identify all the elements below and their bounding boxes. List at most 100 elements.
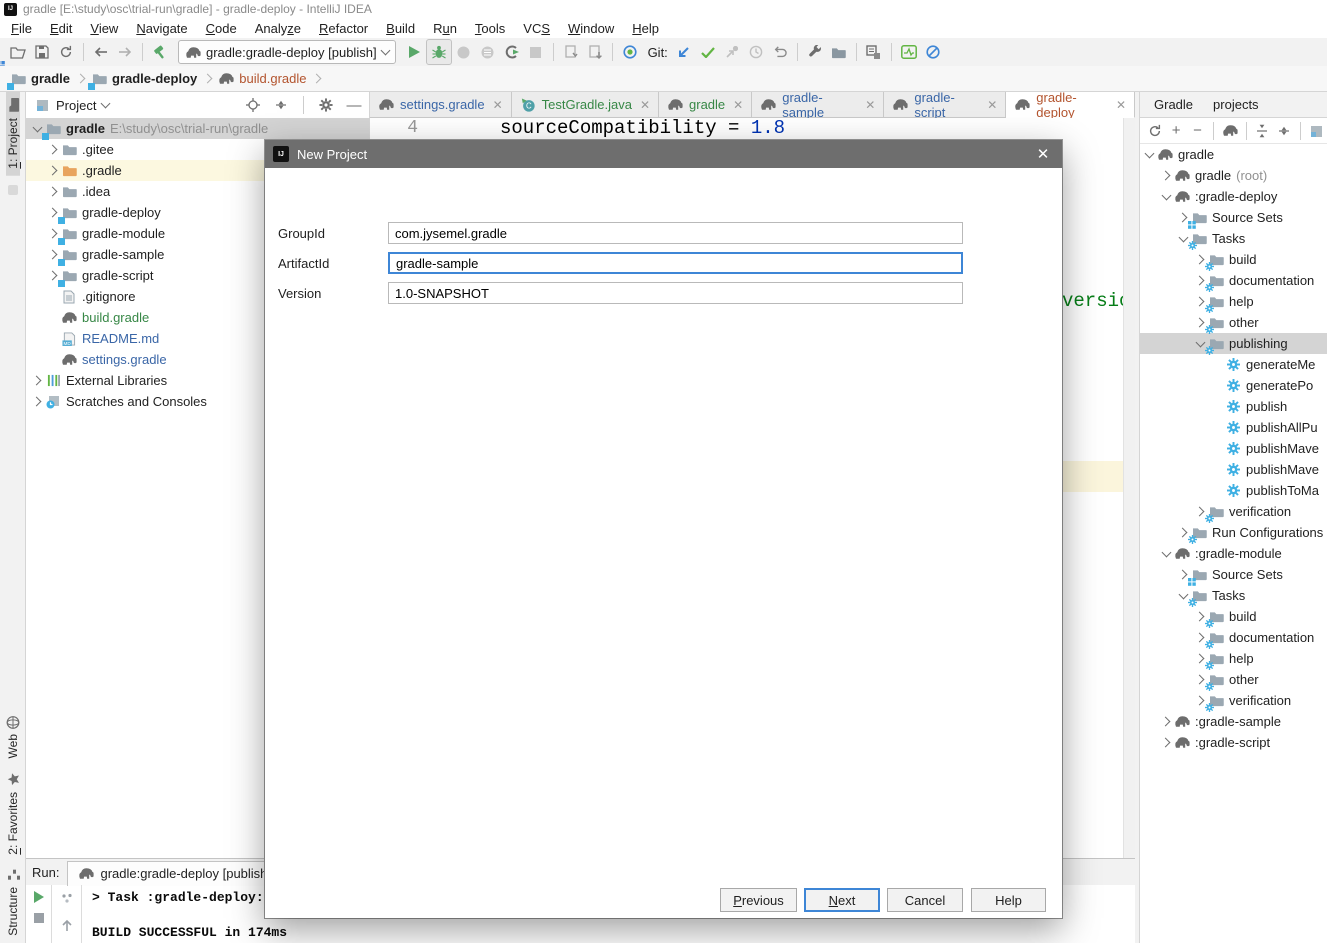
menu-code[interactable]: Code bbox=[197, 18, 246, 38]
tree-item-source-sets[interactable]: Source Sets bbox=[1140, 564, 1327, 586]
up-arrow-icon[interactable] bbox=[59, 917, 75, 933]
tree-item-publishmave[interactable]: publishMave bbox=[1140, 438, 1327, 459]
tree-item-generatepo[interactable]: generatePo bbox=[1140, 375, 1327, 396]
git-update-button[interactable] bbox=[672, 40, 696, 64]
back-button[interactable] bbox=[89, 40, 113, 64]
chevron-right-icon[interactable] bbox=[30, 370, 45, 391]
tree-item-run-configurations[interactable]: Run Configurations bbox=[1140, 522, 1327, 544]
breadcrumb-item[interactable]: gradle bbox=[7, 71, 70, 90]
tree-item-gradle[interactable]: gradle bbox=[1140, 144, 1327, 165]
chevron-right-icon[interactable] bbox=[46, 139, 61, 160]
tree-item-verification[interactable]: verification bbox=[1140, 501, 1327, 523]
editor-tab-gradle[interactable]: gradle ✕ bbox=[659, 92, 753, 117]
tree-item-tasks[interactable]: Tasks bbox=[1140, 585, 1327, 607]
menu-window[interactable]: Window bbox=[559, 18, 623, 38]
chevron-right-icon[interactable] bbox=[46, 181, 61, 202]
git-history-button[interactable] bbox=[744, 40, 768, 64]
chevron-down-icon[interactable] bbox=[1159, 543, 1174, 564]
toolwindow-tab-web[interactable]: Web bbox=[6, 708, 20, 765]
tree-item-other[interactable]: other bbox=[1140, 312, 1327, 334]
menu-build[interactable]: Build bbox=[377, 18, 424, 38]
chevron-down-icon[interactable] bbox=[1142, 144, 1157, 165]
menu-view[interactable]: View bbox=[81, 18, 127, 38]
editor-tab-gradle-sample[interactable]: gradle-sample ✕ bbox=[752, 92, 885, 120]
toolwindow-tab-stub[interactable] bbox=[6, 176, 20, 204]
help-button[interactable]: Help bbox=[971, 888, 1046, 912]
profiler-circle-button[interactable] bbox=[476, 40, 500, 64]
wrench-button[interactable] bbox=[803, 40, 827, 64]
tool1-button[interactable] bbox=[559, 40, 583, 64]
menu-edit[interactable]: Edit bbox=[41, 18, 81, 38]
tree-item--gradle-script[interactable]: :gradle-script bbox=[1140, 732, 1327, 753]
tree-item-verification[interactable]: verification bbox=[1140, 690, 1327, 712]
run-button[interactable] bbox=[402, 40, 426, 64]
dialog-titlebar[interactable]: IJ New Project ✕ bbox=[265, 140, 1062, 168]
git-rollback-button[interactable] bbox=[768, 40, 792, 64]
prohibit-button[interactable] bbox=[921, 40, 945, 64]
stop-button[interactable] bbox=[33, 913, 44, 923]
chevron-right-icon[interactable] bbox=[1159, 732, 1174, 753]
updates-button[interactable] bbox=[618, 40, 642, 64]
git-merge-button[interactable] bbox=[720, 40, 744, 64]
rerun-button[interactable] bbox=[33, 891, 44, 903]
tree-item-publishtoma[interactable]: publishToMa bbox=[1140, 480, 1327, 501]
chevron-right-icon[interactable] bbox=[46, 160, 61, 181]
version-field[interactable] bbox=[388, 282, 963, 304]
tree-item-other[interactable]: other bbox=[1140, 669, 1327, 691]
close-icon[interactable]: ✕ bbox=[733, 99, 743, 111]
settings-cut-button[interactable] bbox=[1306, 120, 1327, 142]
editor-tab-gradle-deploy[interactable]: gradle-deploy ✕ bbox=[1006, 92, 1135, 120]
run-config-tab[interactable]: gradle:gradle-deploy [publish] bbox=[67, 860, 283, 886]
menu-navigate[interactable]: Navigate bbox=[127, 18, 196, 38]
editor-tab-testgradle-java[interactable]: C TestGradle.java ✕ bbox=[511, 92, 660, 117]
chevron-right-icon[interactable] bbox=[1159, 165, 1174, 186]
tree-item-tasks[interactable]: Tasks bbox=[1140, 228, 1327, 250]
tab-gradle[interactable]: Gradle bbox=[1154, 97, 1193, 112]
tree-item-gradle[interactable]: gradle E:\study\osc\trial-run\gradle bbox=[26, 118, 369, 140]
tree-item--gradle-deploy[interactable]: :gradle-deploy bbox=[1140, 186, 1327, 207]
locate-button[interactable] bbox=[242, 94, 264, 116]
project-structure-button[interactable] bbox=[0, 40, 851, 69]
cancel-button[interactable]: Cancel bbox=[887, 888, 963, 912]
close-icon[interactable]: ✕ bbox=[1032, 145, 1054, 163]
breadcrumb-item[interactable]: build.gradle bbox=[218, 71, 306, 87]
run-coverage-button[interactable] bbox=[500, 40, 524, 64]
tree-item-source-sets[interactable]: Source Sets bbox=[1140, 207, 1327, 229]
tree-item-build[interactable]: build bbox=[1140, 249, 1327, 271]
chevron-down-icon[interactable] bbox=[1159, 186, 1174, 207]
tree-item-publish[interactable]: publish bbox=[1140, 396, 1327, 417]
hide-panel-button[interactable]: — bbox=[343, 94, 365, 116]
open-button[interactable] bbox=[6, 40, 30, 64]
tree-item-generateme[interactable]: generateMe bbox=[1140, 354, 1327, 375]
debug-button[interactable] bbox=[425, 39, 452, 65]
options-dots-icon[interactable] bbox=[59, 891, 75, 907]
collapse-all-button[interactable] bbox=[1273, 120, 1294, 142]
tree-item-help[interactable]: help bbox=[1140, 291, 1327, 313]
menu-tools[interactable]: Tools bbox=[466, 18, 514, 38]
tree-item-publishallpu[interactable]: publishAllPu bbox=[1140, 417, 1327, 438]
close-icon[interactable]: ✕ bbox=[640, 99, 650, 111]
chevron-right-icon[interactable] bbox=[1159, 711, 1174, 732]
minus-button[interactable]: − bbox=[1187, 120, 1208, 142]
git-commit-button[interactable] bbox=[696, 40, 720, 64]
gear-icon[interactable] bbox=[315, 94, 337, 116]
menu-file[interactable]: File bbox=[2, 18, 41, 38]
stop-dim-button[interactable] bbox=[524, 40, 548, 64]
monitor-button[interactable] bbox=[897, 40, 921, 64]
toolwindow-tab--favorites[interactable]: 2: Favorites bbox=[6, 766, 20, 862]
editor-scrollbar[interactable] bbox=[1123, 118, 1135, 858]
tree-item-help[interactable]: help bbox=[1140, 648, 1327, 670]
menu-run[interactable]: Run bbox=[424, 18, 466, 38]
expand-all-button[interactable] bbox=[1252, 120, 1273, 142]
coverage-circle-button[interactable] bbox=[452, 40, 476, 64]
tree-item--gradle-sample[interactable]: :gradle-sample bbox=[1140, 711, 1327, 732]
forward-button[interactable] bbox=[113, 40, 137, 64]
close-icon[interactable]: ✕ bbox=[1116, 99, 1126, 111]
tree-item-documentation[interactable]: documentation bbox=[1140, 270, 1327, 292]
tree-item-publishing[interactable]: publishing bbox=[1140, 333, 1327, 355]
tool2-button[interactable] bbox=[583, 40, 607, 64]
toolwindow-tab-structure[interactable]: Structure bbox=[6, 861, 20, 943]
collapse-all-button[interactable] bbox=[270, 94, 292, 116]
chevron-right-icon[interactable] bbox=[30, 391, 45, 412]
close-icon[interactable]: ✕ bbox=[493, 99, 503, 111]
